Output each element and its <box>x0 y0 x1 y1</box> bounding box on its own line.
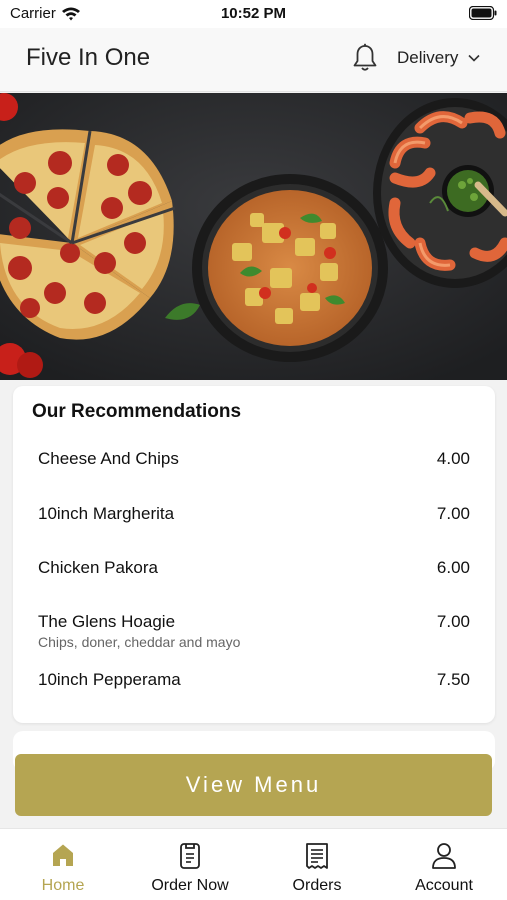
view-menu-button[interactable]: View Menu <box>15 754 492 816</box>
tab-account-label: Account <box>415 877 473 894</box>
status-bar: Carrier 10:52 PM <box>0 0 507 28</box>
status-time: 10:52 PM <box>220 5 287 22</box>
item-name: The Glens Hoagie <box>38 612 176 631</box>
tab-account[interactable]: Account <box>381 829 507 900</box>
curry-bowl-image <box>192 174 388 362</box>
tab-home-label: Home <box>41 877 85 894</box>
item-name: 10inch Margherita <box>38 504 175 523</box>
item-price: 4.00 <box>436 449 470 468</box>
item-price: 6.00 <box>436 558 470 577</box>
recommendation-item-pepperama[interactable]: 10inch Pepperama 7.50 <box>38 670 470 710</box>
tab-order-now[interactable]: Order Now <box>127 829 253 900</box>
tab-orders[interactable]: Orders <box>254 829 380 900</box>
recommendations-card: Our Recommendations Cheese And Chips 4.0… <box>13 386 495 723</box>
battery-icon <box>468 5 497 25</box>
tab-order-now-label: Order Now <box>151 877 229 894</box>
recommendations-title: Our Recommendations <box>32 401 242 422</box>
recommendation-item-cheese-and-chips[interactable]: Cheese And Chips 4.00 <box>38 449 470 489</box>
chevron-down-icon <box>468 49 480 67</box>
bell-icon[interactable] <box>352 43 378 78</box>
hero-food-image <box>0 93 507 380</box>
receipt-icon <box>304 842 330 875</box>
item-description: Chips, doner, cheddar and mayo <box>38 634 241 650</box>
item-name: 10inch Pepperama <box>38 670 181 689</box>
app-title: Five In One <box>26 44 151 71</box>
hero-food-illustration <box>0 93 507 380</box>
tab-bar: Home Order Now Orders Account <box>0 828 507 900</box>
recommendation-item-chicken-pakora[interactable]: Chicken Pakora 6.00 <box>38 558 470 598</box>
home-icon <box>50 842 76 873</box>
tab-orders-label: Orders <box>292 877 342 894</box>
app-header: Five In One Delivery <box>0 28 507 92</box>
item-name: Cheese And Chips <box>38 449 179 468</box>
order-icon <box>178 842 202 875</box>
item-price: 7.00 <box>436 504 470 523</box>
item-name: Chicken Pakora <box>38 558 159 577</box>
person-icon <box>431 842 457 875</box>
delivery-mode-label: Delivery <box>397 48 459 67</box>
recommendation-item-glens-hoagie[interactable]: The Glens Hoagie 7.00 Chips, doner, ched… <box>38 612 470 658</box>
delivery-mode-select[interactable]: Delivery <box>397 48 480 68</box>
item-price: 7.00 <box>436 612 470 631</box>
item-price: 7.50 <box>436 670 470 689</box>
recommendation-item-margherita[interactable]: 10inch Margherita 7.00 <box>38 504 470 544</box>
tab-home[interactable]: Home <box>0 829 126 900</box>
